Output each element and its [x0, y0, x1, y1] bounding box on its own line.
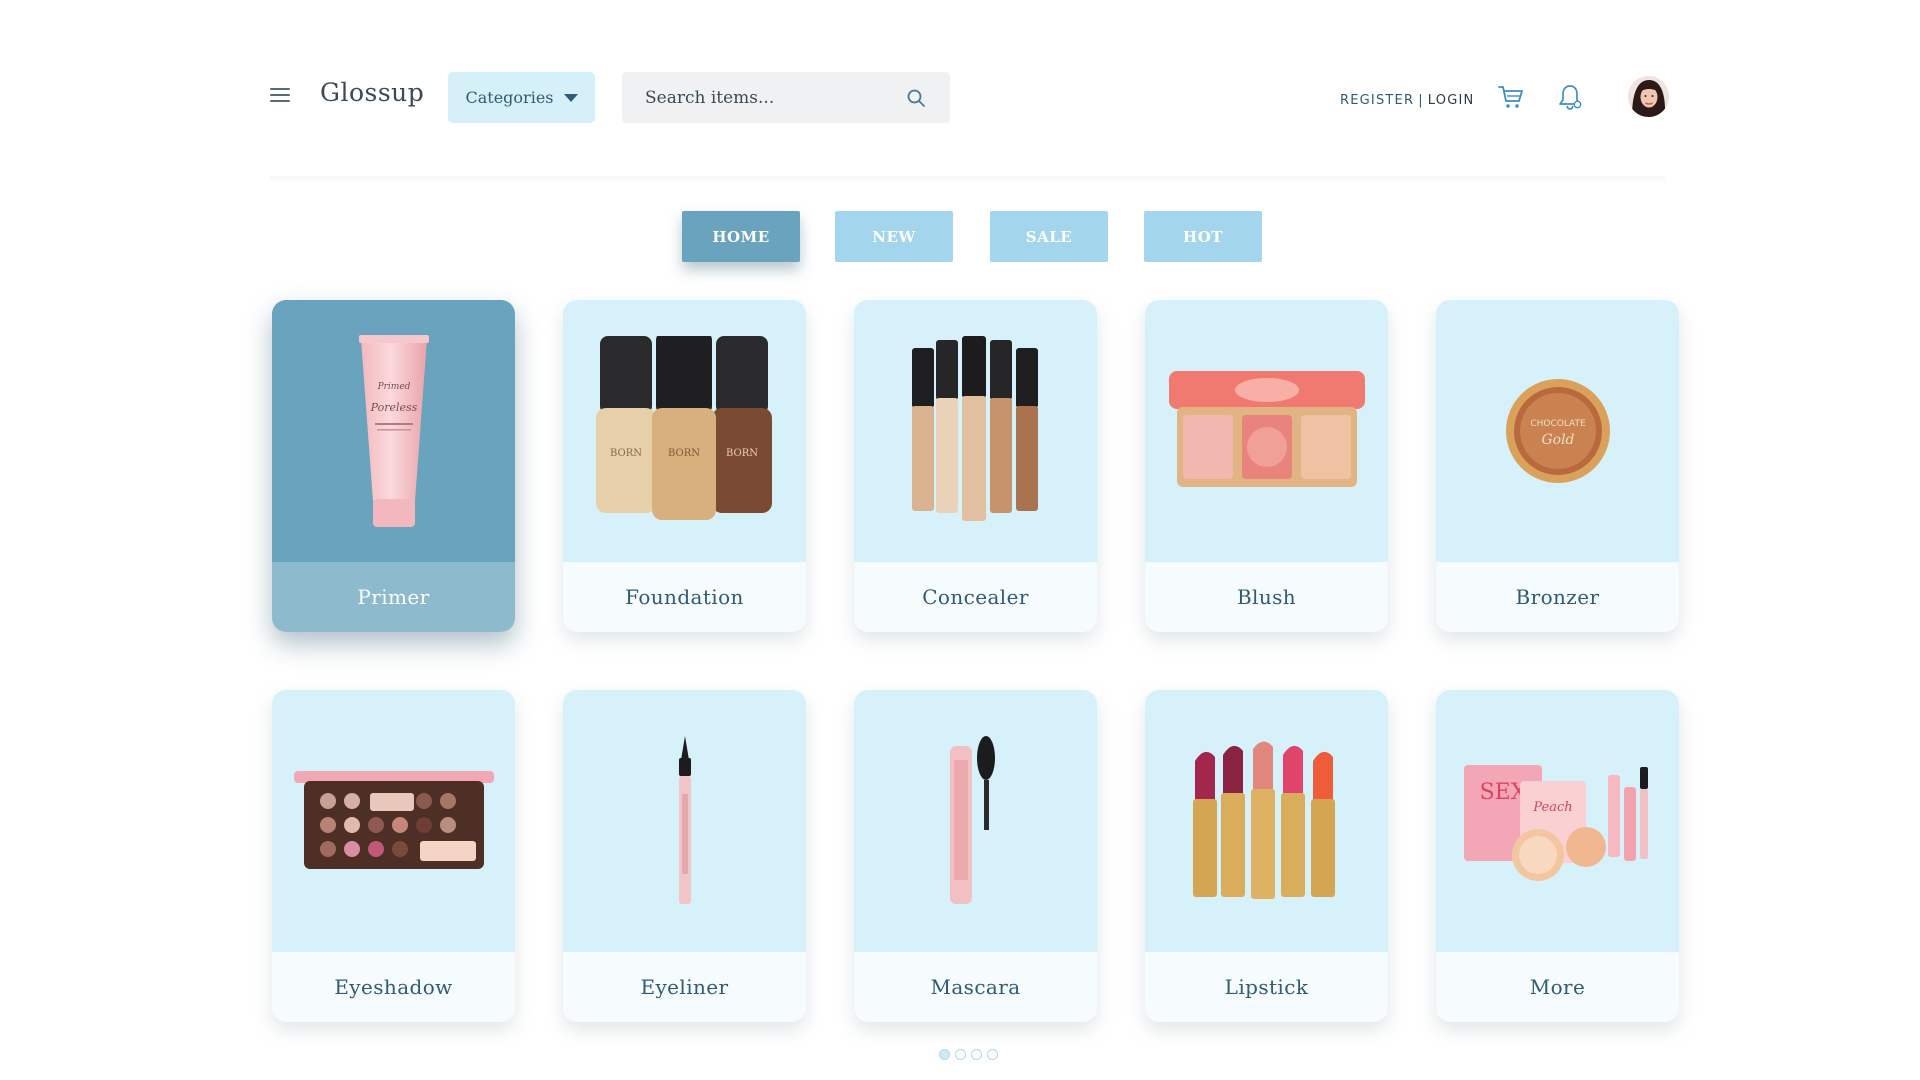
card-label: Eyeliner	[640, 975, 729, 999]
category-card-bronzer[interactable]: CHOCOLATE Gold Bronzer	[1436, 300, 1679, 632]
card-image-area: CHOCOLATE Gold	[1436, 300, 1679, 562]
eyeliner-pen-icon	[678, 736, 691, 904]
hamburger-menu-icon[interactable]	[270, 88, 290, 104]
search-input[interactable]	[622, 87, 892, 108]
makeup-set-icon: SEX Peach	[1463, 765, 1648, 881]
login-link[interactable]: LOGIN	[1428, 93, 1475, 108]
card-image-area: SEX Peach	[1436, 690, 1679, 952]
pagination-dot-3[interactable]	[971, 1049, 982, 1060]
category-card-more[interactable]: SEX Peach More	[1436, 690, 1679, 1022]
card-label: Primer	[272, 562, 515, 632]
foundation-bottles-icon: BORN BORN BORN	[595, 336, 772, 520]
svg-text:BORN: BORN	[609, 448, 641, 459]
blush-palette-icon	[1168, 371, 1365, 487]
card-image-area	[854, 300, 1097, 562]
category-card-concealer[interactable]: Concealer	[854, 300, 1097, 632]
auth-separator: |	[1418, 93, 1424, 108]
user-avatar[interactable]	[1628, 76, 1669, 117]
top-header: Glossup Categories REGISTER | LOGIN	[270, 72, 1669, 124]
card-label: Eyeshadow	[334, 975, 453, 999]
tab-new[interactable]: NEW	[835, 211, 953, 262]
card-label: Blush	[1236, 585, 1297, 609]
bronzer-compact-icon: CHOCOLATE Gold	[1505, 379, 1610, 483]
card-label: More	[1529, 975, 1586, 999]
card-label: Lipstick	[1224, 975, 1309, 999]
card-image-area	[272, 690, 515, 952]
register-link[interactable]: REGISTER	[1340, 93, 1414, 108]
category-card-eyeshadow[interactable]: Eyeshadow	[272, 690, 515, 1022]
svg-text:BORN: BORN	[725, 448, 757, 459]
caret-down-icon	[563, 93, 578, 102]
header-divider	[270, 176, 1665, 182]
auth-links: REGISTER | LOGIN	[1340, 93, 1474, 108]
concealer-wands-icon	[911, 336, 1038, 521]
primer-tube-icon: Primed Poreless	[358, 335, 429, 527]
card-image-area: Primed Poreless	[272, 300, 515, 562]
pagination-dot-1[interactable]	[939, 1049, 950, 1060]
svg-text:Poreless: Poreless	[369, 401, 417, 414]
card-image-area: BORN BORN BORN	[563, 300, 806, 562]
cart-icon[interactable]	[1498, 84, 1524, 110]
tab-hot[interactable]: HOT	[1144, 211, 1262, 262]
categories-dropdown-button[interactable]: Categories	[448, 72, 595, 123]
category-card-eyeliner[interactable]: Eyeliner	[563, 690, 806, 1022]
category-card-mascara[interactable]: Mascara	[854, 690, 1097, 1022]
category-card-primer[interactable]: Primed Poreless Primer	[272, 300, 515, 632]
mascara-wand-icon	[949, 736, 995, 904]
category-card-foundation[interactable]: BORN BORN BORN Foundation	[563, 300, 806, 632]
eyeshadow-palette-icon	[293, 771, 494, 869]
bell-icon[interactable]	[1557, 83, 1583, 111]
pagination-dots	[939, 1049, 998, 1060]
tab-sale[interactable]: SALE	[990, 211, 1108, 262]
search-bar	[622, 72, 950, 123]
lipstick-set-icon	[1192, 741, 1335, 899]
svg-text:Peach: Peach	[1532, 800, 1572, 815]
categories-label: Categories	[465, 88, 554, 107]
search-icon[interactable]	[906, 88, 926, 108]
pagination-dot-4[interactable]	[987, 1049, 998, 1060]
card-label: Concealer	[922, 585, 1029, 609]
card-image-area	[1145, 690, 1388, 952]
card-image-area	[563, 690, 806, 952]
category-card-blush[interactable]: Blush	[1145, 300, 1388, 632]
tab-home[interactable]: HOME	[682, 211, 800, 262]
svg-text:SEX: SEX	[1479, 780, 1526, 805]
svg-text:Primed: Primed	[376, 382, 410, 392]
card-image-area	[854, 690, 1097, 952]
svg-text:BORN: BORN	[667, 448, 699, 459]
card-label: Foundation	[625, 585, 744, 609]
category-card-lipstick[interactable]: Lipstick	[1145, 690, 1388, 1022]
svg-text:CHOCOLATE: CHOCOLATE	[1530, 419, 1586, 429]
card-label: Bronzer	[1515, 585, 1600, 609]
card-image-area	[1145, 300, 1388, 562]
card-label: Mascara	[930, 975, 1021, 999]
pagination-dot-2[interactable]	[955, 1049, 966, 1060]
svg-text:Gold: Gold	[1541, 432, 1574, 448]
brand-logo[interactable]: Glossup	[320, 78, 424, 107]
